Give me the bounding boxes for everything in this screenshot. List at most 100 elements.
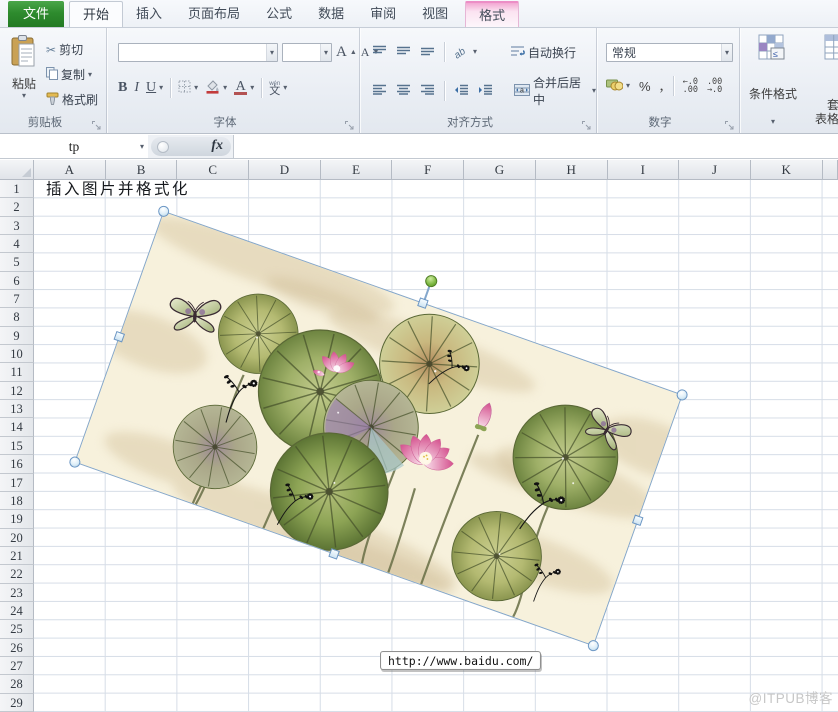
fill-color-button[interactable]: ▾ (205, 79, 227, 97)
row-header-12[interactable]: 12 (0, 382, 34, 400)
align-top-button[interactable] (372, 43, 387, 61)
row-header-10[interactable]: 10 (0, 345, 34, 363)
tab-home[interactable]: 开始 (69, 1, 123, 27)
clipboard-dialog-launcher[interactable] (91, 118, 102, 129)
row-header-7[interactable]: 7 (0, 290, 34, 308)
phonetic-guide-button[interactable]: wén 文 ▾ (269, 81, 287, 95)
name-box-caret[interactable]: ▾ (140, 143, 144, 151)
column-header-A[interactable]: A (34, 160, 106, 180)
row-header-3[interactable]: 3 (0, 217, 34, 235)
align-left-button[interactable] (372, 82, 387, 100)
number-dialog-launcher[interactable] (724, 118, 735, 129)
row-header-23[interactable]: 23 (0, 584, 34, 602)
column-header-C[interactable]: C (177, 160, 249, 180)
increase-decimal-button[interactable]: ←.0 .00 (683, 78, 698, 94)
column-header-K[interactable]: K (751, 160, 823, 180)
accounting-format-button[interactable]: ▾ (606, 78, 630, 94)
tab-formulas[interactable]: 公式 (253, 1, 305, 27)
align-right-button[interactable] (420, 82, 435, 100)
tab-data[interactable]: 数据 (305, 1, 357, 27)
bold-button[interactable]: B (118, 80, 127, 96)
row-header-28[interactable]: 28 (0, 675, 34, 693)
decrease-decimal-button[interactable]: .00 →.0 (707, 78, 722, 94)
percent-style-button[interactable]: % (639, 79, 651, 94)
font-name-combo[interactable]: ▾ (118, 43, 278, 62)
row-header-21[interactable]: 21 (0, 547, 34, 565)
select-all-corner[interactable] (0, 160, 34, 180)
row-header-6[interactable]: 6 (0, 272, 34, 290)
row-header-4[interactable]: 4 (0, 235, 34, 253)
tab-format-picture-tools[interactable]: 格式 (465, 1, 519, 27)
row-header-26[interactable]: 26 (0, 639, 34, 657)
row-header-14[interactable]: 14 (0, 418, 34, 436)
column-header-I[interactable]: I (608, 160, 680, 180)
underline-button[interactable]: U▾ (146, 80, 163, 96)
font-dialog-launcher[interactable] (344, 118, 355, 129)
row-header-5[interactable]: 5 (0, 253, 34, 271)
formula-input[interactable] (233, 135, 838, 158)
borders-button[interactable]: ▾ (178, 80, 198, 96)
row-header-16[interactable]: 16 (0, 455, 34, 473)
format-as-table-button[interactable]: 套用 表格格式 (806, 34, 838, 128)
row-header-11[interactable]: 11 (0, 363, 34, 381)
orientation-button[interactable]: ab ▾ (454, 46, 477, 59)
number-group-label: 数字 (597, 114, 723, 130)
alignment-dialog-launcher[interactable] (581, 118, 592, 129)
row-header-15[interactable]: 15 (0, 437, 34, 455)
format-painter-button[interactable]: 格式刷 (46, 87, 98, 112)
row-header-19[interactable]: 19 (0, 510, 34, 528)
comma-style-button[interactable]: , (660, 77, 664, 95)
wrap-text-button[interactable]: 自动换行 (510, 44, 576, 61)
column-header-F[interactable]: F (392, 160, 464, 180)
insert-function-button[interactable]: fx (211, 138, 223, 154)
merge-dropdown-caret[interactable]: ▾ (592, 87, 596, 95)
merge-center-button[interactable]: a 合并后居中 ▾ (514, 74, 596, 108)
align-bottom-button[interactable] (420, 43, 435, 61)
row-header-27[interactable]: 27 (0, 657, 34, 675)
column-header-J[interactable]: J (679, 160, 751, 180)
column-header-D[interactable]: D (249, 160, 321, 180)
column-header-E[interactable]: E (321, 160, 393, 180)
tab-page-layout[interactable]: 页面布局 (175, 1, 253, 27)
align-middle-button[interactable] (396, 43, 411, 61)
copy-dropdown-caret[interactable]: ▾ (88, 71, 92, 79)
tab-review[interactable]: 审阅 (357, 1, 409, 27)
row-header-20[interactable]: 20 (0, 529, 34, 547)
row-header-22[interactable]: 22 (0, 565, 34, 583)
row-header-17[interactable]: 17 (0, 474, 34, 492)
copy-button[interactable]: 复制 ▾ (46, 62, 98, 87)
tab-insert[interactable]: 插入 (123, 1, 175, 27)
itpub-watermark: @ITPUB博客 (749, 687, 833, 707)
row-header-18[interactable]: 18 (0, 492, 34, 510)
column-header-partial[interactable] (823, 160, 838, 180)
tab-view[interactable]: 视图 (409, 1, 461, 27)
conditional-dropdown-caret[interactable]: ▾ (771, 118, 775, 126)
row-header-1[interactable]: 1 (0, 180, 34, 198)
paste-dropdown-caret[interactable]: ▾ (7, 92, 41, 100)
grow-font-button[interactable]: A▲ (336, 44, 357, 61)
formula-bar-controls: fx (151, 137, 231, 156)
decrease-indent-button[interactable] (454, 82, 469, 100)
tab-file[interactable]: 文件 (8, 1, 64, 27)
number-format-combo[interactable]: 常规 ▾ (606, 43, 733, 62)
row-header-8[interactable]: 8 (0, 308, 34, 326)
increase-indent-button[interactable] (478, 82, 493, 100)
italic-button[interactable]: I (134, 80, 139, 96)
row-header-24[interactable]: 24 (0, 602, 34, 620)
font-color-button[interactable]: A ▾ (234, 81, 254, 95)
row-header-29[interactable]: 29 (0, 694, 34, 712)
row-header-25[interactable]: 25 (0, 620, 34, 638)
align-center-button[interactable] (396, 82, 411, 100)
cut-button[interactable]: ✂ 剪切 (46, 37, 98, 62)
row-header-9[interactable]: 9 (0, 327, 34, 345)
paste-button[interactable]: 粘贴 ▾ (7, 35, 41, 100)
conditional-formatting-button[interactable]: ≤ 条件格式 ▾ (744, 34, 802, 128)
column-header-G[interactable]: G (464, 160, 536, 180)
column-header-B[interactable]: B (106, 160, 178, 180)
font-size-combo[interactable]: ▾ (282, 43, 332, 62)
row-header-13[interactable]: 13 (0, 400, 34, 418)
group-styles: ≤ 条件格式 ▾ 套用 表格格式 (740, 28, 838, 133)
column-header-H[interactable]: H (536, 160, 608, 180)
name-box[interactable]: tp ▾ (0, 135, 148, 158)
row-header-2[interactable]: 2 (0, 198, 34, 216)
